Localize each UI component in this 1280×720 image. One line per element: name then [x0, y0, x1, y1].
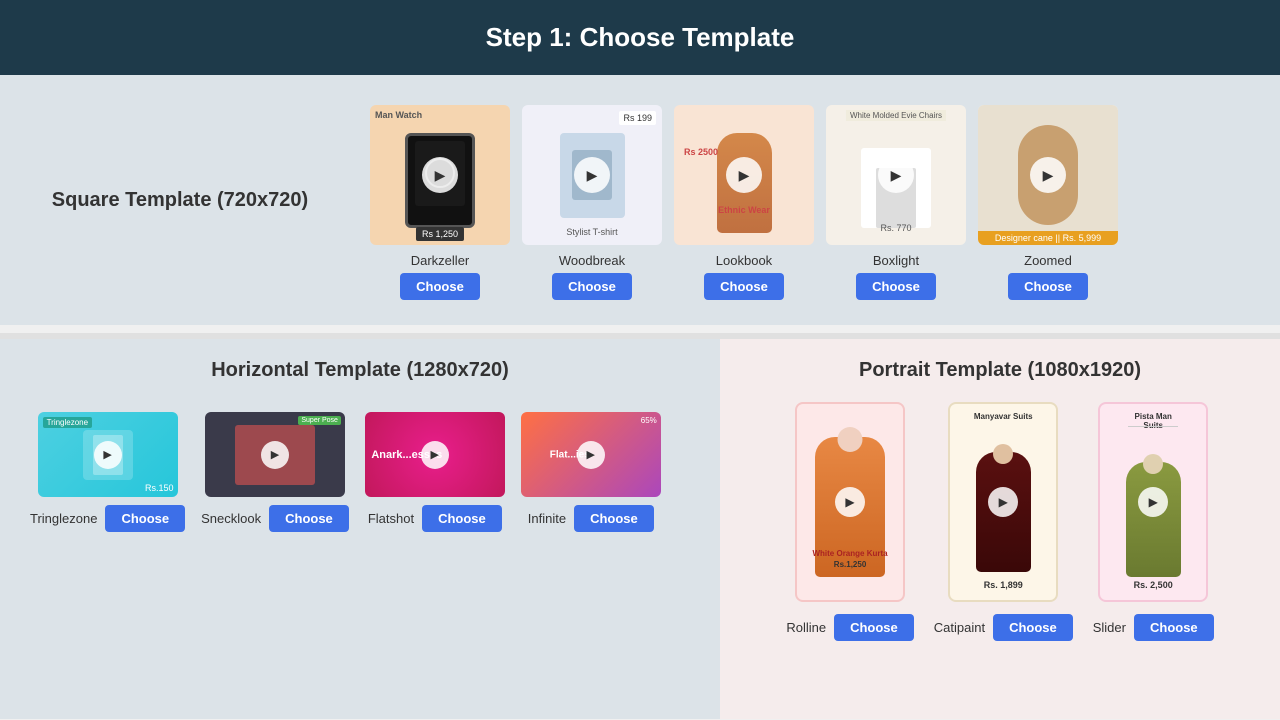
lookbook-price: Rs 2500 — [684, 147, 718, 157]
portrait-template-label: Portrait Template (1080x1920) — [740, 359, 1260, 382]
square-template-section: Square Template (720x720) Man Watch Rs 1… — [0, 75, 1280, 325]
snecklook-play[interactable]: ▶ — [261, 441, 289, 469]
template-thumb-rolline[interactable]: White Orange KurtaRs.1,250 ▶ — [795, 402, 905, 602]
boxlight-play[interactable]: ▶ — [878, 157, 914, 193]
square-template-label: Square Template (720x720) — [0, 85, 360, 315]
template-item-darkzeller: Man Watch Rs 1,250 ▶ Darkzeller Choose — [370, 105, 510, 300]
woodbreak-play[interactable]: ▶ — [574, 157, 610, 193]
template-thumb-flatshot[interactable]: Anark...esses ▶ — [365, 412, 505, 497]
template-item-flatshot: Anark...esses ▶ Flatshot Choose — [365, 412, 505, 532]
lookbook-footer: Lookbook Choose — [674, 253, 814, 300]
boxlight-choose-btn[interactable]: Choose — [856, 273, 936, 300]
template-thumb-tringlezone[interactable]: Tringlezone Rs.150 ▶ — [38, 412, 178, 497]
darkzeller-choose-btn[interactable]: Choose — [400, 273, 480, 300]
zoomed-price-bar: Designer cane || Rs. 5,999 — [978, 231, 1118, 245]
page-header: Step 1: Choose Template — [0, 0, 1280, 75]
rolline-name: Rolline — [786, 620, 826, 635]
darkzeller-price: Rs 1,250 — [416, 227, 464, 241]
lookbook-name: Lookbook — [716, 253, 772, 268]
snecklook-choose-btn[interactable]: Choose — [269, 505, 349, 532]
horizontal-template-section: Horizontal Template (1280x720) Tringlezo… — [0, 339, 720, 719]
boxlight-title-top: White Molded Evie Chairs — [846, 110, 946, 121]
template-item-slider: Pista ManSuits Rs. 2,500 ▶ Slider Choose — [1093, 402, 1214, 641]
template-thumb-infinite[interactable]: Flat...ies 65% ▶ — [521, 412, 661, 497]
template-thumb-lookbook[interactable]: Rs 2500 Ethnic Wear ▶ — [674, 105, 814, 245]
template-thumb-slider[interactable]: Pista ManSuits Rs. 2,500 ▶ — [1098, 402, 1208, 602]
horiz-templates-row: Tringlezone Rs.150 ▶ Tringlezone Choose … — [20, 412, 700, 532]
darkzeller-play[interactable]: ▶ — [422, 157, 458, 193]
zoomed-choose-btn[interactable]: Choose — [1008, 273, 1088, 300]
zoomed-footer: Zoomed Choose — [978, 253, 1118, 300]
tringlezone-play[interactable]: ▶ — [94, 441, 122, 469]
snecklook-name: Snecklook — [201, 511, 261, 526]
catipaint-play[interactable]: ▶ — [988, 487, 1018, 517]
bottom-section: Horizontal Template (1280x720) Tringlezo… — [0, 339, 1280, 719]
slider-name: Slider — [1093, 620, 1126, 635]
slider-play[interactable]: ▶ — [1138, 487, 1168, 517]
woodbreak-subtitle: Stylist T-shirt — [566, 227, 617, 237]
zoomed-play[interactable]: ▶ — [1030, 157, 1066, 193]
template-thumb-darkzeller[interactable]: Man Watch Rs 1,250 ▶ — [370, 105, 510, 245]
square-templates-row: Man Watch Rs 1,250 ▶ Darkzeller Choose R… — [360, 85, 1280, 315]
darkzeller-label-top: Man Watch — [375, 110, 422, 120]
lookbook-play[interactable]: ▶ — [726, 157, 762, 193]
template-item-woodbreak: Rs 199 Stylist T-shirt ▶ Woodbreak Choos… — [522, 105, 662, 300]
boxlight-name: Boxlight — [873, 253, 919, 268]
portrait-templates-row: White Orange KurtaRs.1,250 ▶ Rolline Cho… — [740, 402, 1260, 641]
infinite-name: Infinite — [528, 511, 566, 526]
rolline-play[interactable]: ▶ — [835, 487, 865, 517]
template-thumb-snecklook[interactable]: Super Pose ▶ — [205, 412, 345, 497]
template-item-zoomed: Designer cane || Rs. 5,999 ▶ Zoomed Choo… — [978, 105, 1118, 300]
snecklook-badge: Super Pose — [298, 416, 341, 425]
template-item-tringlezone: Tringlezone Rs.150 ▶ Tringlezone Choose — [30, 412, 185, 532]
lookbook-choose-btn[interactable]: Choose — [704, 273, 784, 300]
template-thumb-boxlight[interactable]: White Molded Evie Chairs Rs. 770 ▶ — [826, 105, 966, 245]
tringlezone-choose-btn[interactable]: Choose — [105, 505, 185, 532]
boxlight-price: Rs. 770 — [880, 223, 911, 233]
rolline-choose-btn[interactable]: Choose — [834, 614, 914, 641]
darkzeller-name: Darkzeller — [411, 253, 470, 268]
flatshot-name: Flatshot — [368, 511, 414, 526]
slider-choose-btn[interactable]: Choose — [1134, 614, 1214, 641]
template-item-boxlight: White Molded Evie Chairs Rs. 770 ▶ Boxli… — [826, 105, 966, 300]
woodbreak-footer: Woodbreak Choose — [522, 253, 662, 300]
tringlezone-name: Tringlezone — [30, 511, 97, 526]
boxlight-footer: Boxlight Choose — [826, 253, 966, 300]
portrait-template-section: Portrait Template (1080x1920) White Oran… — [720, 339, 1280, 719]
zoomed-name: Zoomed — [1024, 253, 1072, 268]
lookbook-label: Ethnic Wear — [718, 205, 770, 215]
darkzeller-footer: Darkzeller Choose — [370, 253, 510, 300]
template-item-rolline: White Orange KurtaRs.1,250 ▶ Rolline Cho… — [786, 402, 913, 641]
catipaint-name: Catipaint — [934, 620, 985, 635]
horizontal-template-label: Horizontal Template (1280x720) — [20, 359, 700, 382]
flatshot-choose-btn[interactable]: Choose — [422, 505, 502, 532]
infinite-choose-btn[interactable]: Choose — [574, 505, 654, 532]
template-thumb-woodbreak[interactable]: Rs 199 Stylist T-shirt ▶ — [522, 105, 662, 245]
catipaint-choose-btn[interactable]: Choose — [993, 614, 1073, 641]
woodbreak-price-top: Rs 199 — [619, 111, 656, 125]
template-item-snecklook: Super Pose ▶ Snecklook Choose — [201, 412, 349, 532]
template-thumb-catipaint[interactable]: Manyavar Suits Rs. 1,899 ▶ — [948, 402, 1058, 602]
template-item-infinite: Flat...ies 65% ▶ Infinite Choose — [521, 412, 661, 532]
infinite-play[interactable]: ▶ — [577, 441, 605, 469]
template-item-catipaint: Manyavar Suits Rs. 1,899 ▶ Catipaint Cho… — [934, 402, 1073, 641]
template-item-lookbook: Rs 2500 Ethnic Wear ▶ Lookbook Choose — [674, 105, 814, 300]
page-title: Step 1: Choose Template — [486, 22, 795, 52]
woodbreak-choose-btn[interactable]: Choose — [552, 273, 632, 300]
flatshot-play[interactable]: ▶ — [421, 441, 449, 469]
woodbreak-name: Woodbreak — [559, 253, 625, 268]
template-thumb-zoomed[interactable]: Designer cane || Rs. 5,999 ▶ — [978, 105, 1118, 245]
